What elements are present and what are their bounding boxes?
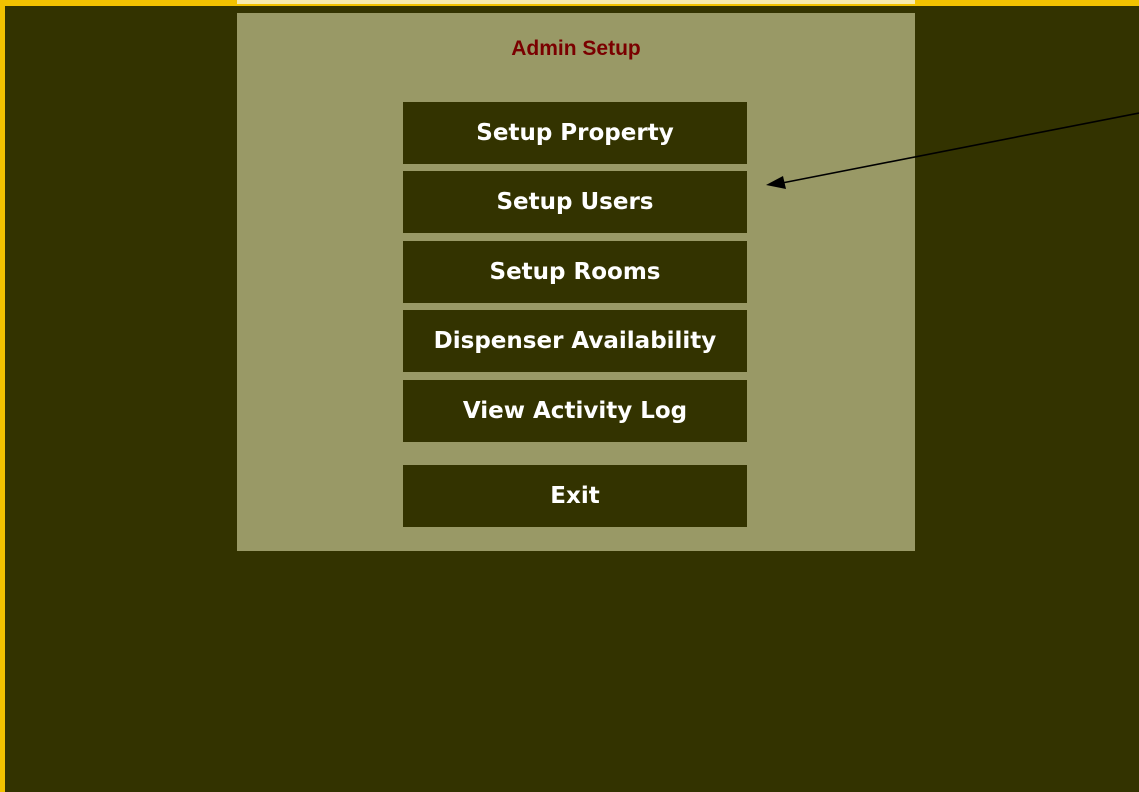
setup-property-button[interactable]: Setup Property bbox=[403, 102, 747, 164]
setup-users-button[interactable]: Setup Users bbox=[403, 171, 747, 233]
window-top-highlight bbox=[237, 0, 915, 4]
admin-setup-panel: Admin Setup Setup Property Setup Users S… bbox=[237, 13, 915, 551]
panel-title: Admin Setup bbox=[511, 37, 641, 60]
dispenser-availability-button[interactable]: Dispenser Availability bbox=[403, 310, 747, 372]
setup-rooms-button[interactable]: Setup Rooms bbox=[403, 241, 747, 303]
exit-button[interactable]: Exit bbox=[403, 465, 747, 527]
view-activity-log-button[interactable]: View Activity Log bbox=[403, 380, 747, 442]
